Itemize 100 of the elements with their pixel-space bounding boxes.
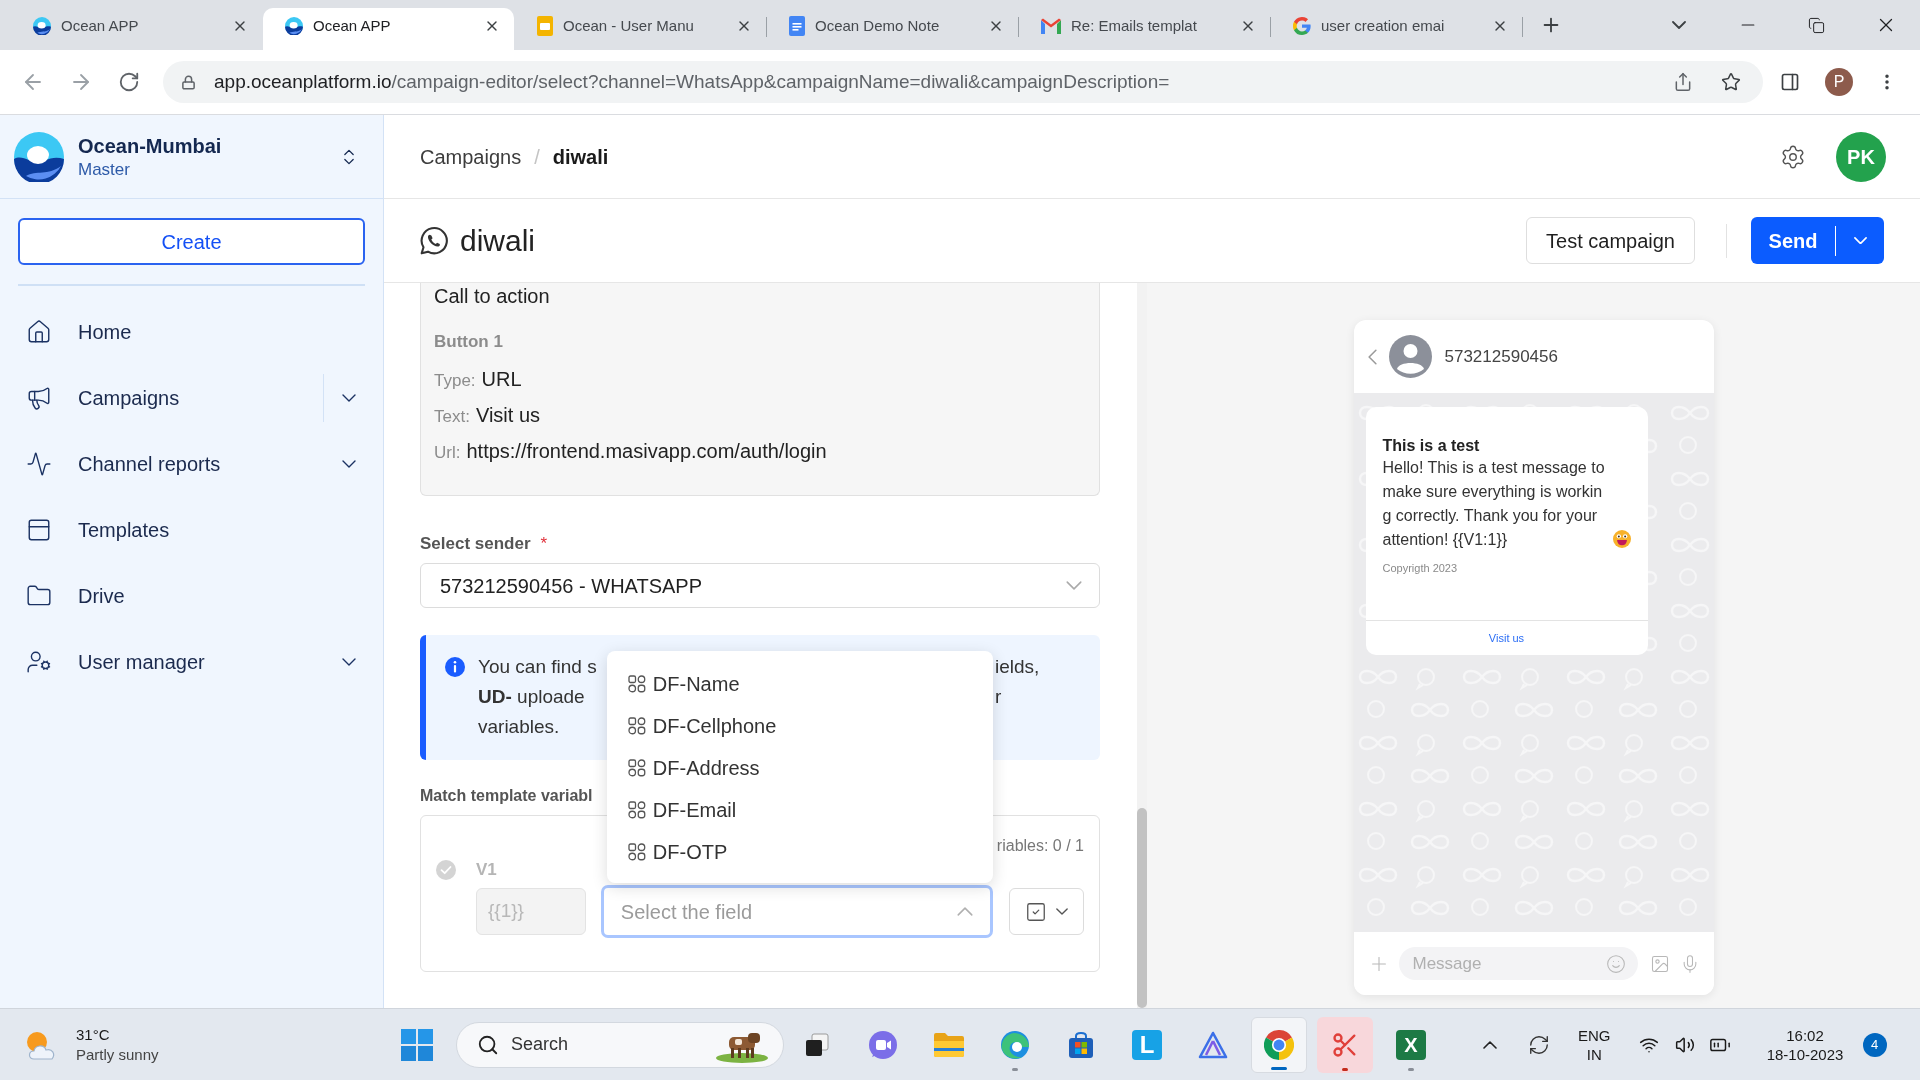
search-icon (477, 1033, 499, 1056)
chevron-down-icon[interactable] (342, 394, 356, 402)
breadcrumb-current: diwali (552, 144, 609, 170)
folder-icon (933, 1030, 965, 1059)
address-field[interactable]: app.oceanplatform.io/campaign-editor/select?channel=WhatsApp&campaignName=diwali&campaignDescription= (163, 61, 1763, 103)
test-campaign-button[interactable]: Test campaign (1526, 217, 1695, 264)
restore-icon[interactable] (1808, 16, 1825, 34)
browser-tab[interactable]: Ocean - User Manu (515, 8, 766, 50)
field-value: https://frontend.masivapp.com/auth/login (466, 439, 827, 464)
section-label: Match template variabl (420, 786, 593, 806)
region-text[interactable]: IN (1586, 1044, 1602, 1064)
card-heading: Call to action (434, 284, 551, 308)
send-button[interactable]: Send (1751, 217, 1835, 264)
clock-date[interactable]: 18-10-2023 (1766, 1044, 1844, 1064)
dropdown-option[interactable]: DF-Email (606, 789, 993, 831)
circle-grid-icon (627, 843, 646, 861)
swirl-icon (1000, 1029, 1030, 1060)
running-indicator-icon (1271, 1066, 1287, 1070)
document-icon (789, 16, 805, 36)
taskbar-app-button[interactable]: X (1383, 1016, 1439, 1073)
field-label: Type: (434, 370, 476, 392)
message-body: Hello! This is a test message to make sure everything is working correctly. Thank you for your attention! {{V1:1}} (1382, 458, 1606, 550)
sidebar-item[interactable]: Templates (0, 497, 383, 563)
reload-icon[interactable] (118, 71, 140, 93)
settings-icon[interactable] (1780, 143, 1806, 170)
checkbox-icon (1024, 900, 1047, 923)
field-label: Url: (434, 442, 461, 464)
person-avatar-icon (1388, 335, 1432, 378)
lock-icon (181, 74, 196, 90)
browser-tab[interactable]: user creation emai (1271, 8, 1522, 50)
variable-counter: riables: 0 / 1 (996, 836, 1084, 856)
message-link[interactable]: Visit us (1365, 620, 1648, 655)
alert-text: UD- uploade (478, 684, 586, 709)
profile-avatar[interactable]: P (1825, 68, 1853, 96)
weather-temperature: 31°C (76, 1024, 111, 1045)
sync-icon[interactable] (1528, 1033, 1550, 1056)
sender-label: Select sender (420, 533, 531, 556)
chevron-down-icon[interactable] (342, 460, 356, 468)
four-squares-icon[interactable] (401, 1028, 433, 1061)
language-text[interactable]: ENG (1578, 1025, 1611, 1045)
user-gear-icon (26, 649, 52, 675)
send-options-button[interactable] (1836, 217, 1884, 264)
share-icon[interactable] (1673, 72, 1693, 92)
chevron-down-icon[interactable] (342, 658, 356, 666)
notification-count[interactable]: 4 (1862, 1032, 1887, 1057)
window-icon (26, 517, 52, 543)
dropdown-option[interactable]: DF-Cellphone (606, 705, 993, 747)
wave-logo-icon (14, 131, 64, 182)
wave-logo-icon (33, 17, 51, 35)
taskbar-search[interactable]: Search (456, 1021, 784, 1068)
weather-condition: Partly sunny (76, 1044, 159, 1065)
sidebar-item[interactable]: Drive (0, 563, 383, 629)
button-title: Button 1 (434, 331, 504, 353)
running-indicator-icon (1342, 1067, 1348, 1071)
chevron-down-icon (1853, 236, 1867, 245)
breadcrumb-link[interactable]: Campaigns (420, 141, 522, 172)
sidebar-item[interactable]: Campaigns (0, 365, 383, 431)
alert-text: r (995, 684, 1002, 709)
sidebar-item[interactable]: Channel reports (0, 431, 383, 497)
wave-logo-icon (285, 17, 303, 35)
field-value: URL (481, 367, 522, 392)
home-icon (26, 319, 52, 345)
alert-text: You can find s (478, 654, 598, 679)
ring-logo-icon (1264, 1029, 1294, 1060)
triangle-logo-icon (1198, 1030, 1228, 1059)
stacked-squares-icon (804, 1031, 830, 1058)
browser-tab[interactable]: Ocean APP (11, 8, 262, 50)
video-chat-icon (868, 1029, 898, 1060)
browser-tab[interactable]: Ocean Demo Note (767, 8, 1018, 50)
browser-tab[interactable]: Re: Emails templat (1019, 8, 1270, 50)
workspace-name: Ocean-Mumbai (78, 133, 223, 159)
sender-select[interactable]: 573212590456 - WHATSAPP (420, 563, 1100, 608)
create-button[interactable]: Create (18, 218, 365, 265)
side-panel-icon[interactable] (1780, 72, 1800, 92)
dropdown-option[interactable]: DF-Address (606, 747, 993, 789)
alert-text: ields, (995, 654, 1040, 679)
contact-number: 573212590456 (1444, 345, 1558, 368)
dropdown-option[interactable]: DF-Name (606, 663, 993, 705)
circle-grid-icon (627, 717, 646, 735)
variable-name: V1 (476, 859, 497, 882)
bookmark-star-icon[interactable] (1721, 72, 1741, 92)
scrollbar-thumb[interactable] (1137, 808, 1147, 1008)
breadcrumb-separator: / (534, 144, 540, 170)
g-logo-icon (1293, 17, 1311, 35)
back-icon[interactable] (1367, 348, 1377, 365)
sidebar-item[interactable]: Home (0, 299, 383, 365)
circle-grid-icon (627, 675, 646, 693)
dropdown-option[interactable]: DF-OTP (606, 831, 993, 873)
browser-tab[interactable]: Ocean APP (263, 8, 514, 50)
sidebar-item[interactable]: User manager (0, 629, 383, 695)
chevron-down-icon (1055, 908, 1068, 915)
chevron-up-icon[interactable] (1483, 1040, 1497, 1049)
chevron-up-icon (956, 907, 973, 916)
running-indicator-icon (1408, 1067, 1414, 1071)
chevron-down-icon[interactable] (1671, 21, 1686, 29)
clock-time[interactable]: 16:02 (1786, 1025, 1824, 1045)
message-title: This is a test (1382, 436, 1481, 456)
checkbox-dropdown-button[interactable] (1008, 888, 1084, 935)
grinning-face-icon (1612, 530, 1631, 548)
chat-phone-icon (420, 226, 448, 255)
